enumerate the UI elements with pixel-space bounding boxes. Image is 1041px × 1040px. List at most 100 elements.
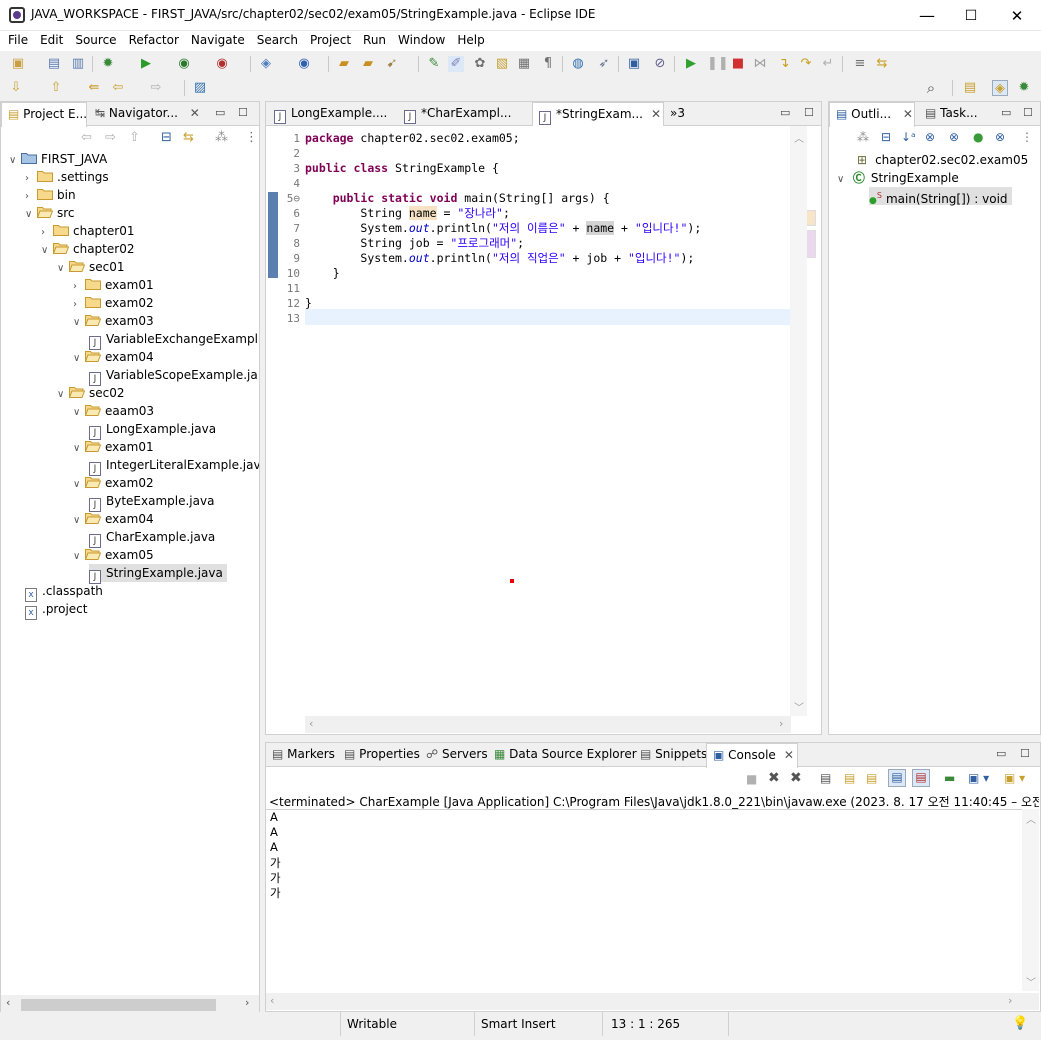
menu-file[interactable]: File bbox=[0, 31, 32, 51]
view-menu-icon[interactable]: ⋮ bbox=[245, 130, 258, 145]
tree-item[interactable]: x .project bbox=[25, 600, 87, 620]
tab-string-example[interactable]: J *StringExam... ✕ bbox=[532, 102, 664, 127]
code-area[interactable]: package chapter02.sec02.exam05; public c… bbox=[305, 126, 791, 716]
sort-icon[interactable]: ↓ᵃ bbox=[901, 130, 916, 144]
tree-item[interactable]: J StringExample.java bbox=[89, 564, 227, 584]
outline-package[interactable]: ⊞ chapter02.sec02.exam05 bbox=[857, 151, 1028, 169]
search-tool-icon[interactable]: ➹ bbox=[384, 56, 400, 72]
pin-editor-icon[interactable]: ▨ bbox=[192, 80, 208, 96]
search-icon[interactable]: ⌕ bbox=[923, 80, 939, 96]
skip-breakpoints-icon[interactable]: ⊘ bbox=[652, 56, 668, 72]
console-output[interactable]: A A A 가 가 가 bbox=[266, 809, 1022, 991]
hide-nonpublic-icon[interactable]: ● bbox=[973, 130, 983, 144]
chevron-down-icon[interactable]: ∨ bbox=[73, 548, 85, 566]
save-all-icon[interactable]: ▥ bbox=[70, 56, 86, 72]
tree-item[interactable]: ∨ exam04 bbox=[73, 348, 154, 366]
menu-edit[interactable]: Edit bbox=[32, 31, 67, 51]
collapse-all-icon[interactable]: ⊟ bbox=[881, 130, 891, 144]
chevron-down-icon[interactable]: ∨ bbox=[73, 476, 85, 494]
tree-item[interactable]: ∨ eaam03 bbox=[73, 402, 154, 420]
chevron-down-icon[interactable]: ∨ bbox=[57, 260, 69, 278]
menu-source[interactable]: Source bbox=[67, 31, 120, 51]
maximize-view-icon[interactable]: ☐ bbox=[1020, 747, 1030, 760]
close-icon[interactable]: ✕ bbox=[784, 748, 794, 762]
tab-snippets[interactable]: ▤ Snippets bbox=[634, 743, 707, 767]
open-type-icon[interactable]: ▰ bbox=[336, 56, 352, 72]
filter-icon[interactable]: ⁂ bbox=[857, 130, 869, 144]
minimize-view-icon[interactable]: ▭ bbox=[1001, 106, 1011, 119]
menu-help[interactable]: Help bbox=[449, 31, 488, 51]
scroll-lock-icon[interactable]: ▤ bbox=[844, 771, 855, 785]
pilcrow-icon[interactable]: ¶ bbox=[540, 56, 556, 72]
menu-project[interactable]: Project bbox=[302, 31, 355, 51]
chevron-down-icon[interactable]: ∨ bbox=[25, 206, 37, 224]
debug-perspective-icon[interactable]: ✹ bbox=[1016, 80, 1032, 96]
tab-navigator[interactable]: ↹ Navigator... ✕ bbox=[89, 102, 201, 126]
tree-item[interactable]: J IntegerLiteralExample.java bbox=[89, 456, 259, 476]
tab-markers[interactable]: ▤ Markers bbox=[266, 743, 336, 767]
block-selection-icon[interactable]: ✿ bbox=[472, 56, 488, 72]
open-perspective-icon[interactable]: ▤ bbox=[962, 80, 978, 96]
tree-item[interactable]: › exam01 bbox=[73, 276, 154, 294]
overview-marker[interactable] bbox=[806, 210, 816, 226]
close-button[interactable]: ✕ bbox=[994, 0, 1040, 31]
chevron-down-icon[interactable]: ∨ bbox=[837, 171, 849, 189]
console-horizontal-scrollbar[interactable]: ‹ › bbox=[266, 993, 1039, 1010]
tab-outline[interactable]: ▤ Outli... ✕ bbox=[829, 102, 915, 127]
chevron-down-icon[interactable]: ∨ bbox=[73, 350, 85, 368]
tree-item[interactable]: ∨ sec02 bbox=[57, 384, 125, 402]
menu-window[interactable]: Window bbox=[390, 31, 449, 51]
hide-fields-icon[interactable]: ⊗ bbox=[925, 130, 935, 144]
globe-icon[interactable]: ◍ bbox=[570, 56, 586, 72]
tab-data-source-explorer[interactable]: ▦ Data Source Explorer bbox=[488, 743, 637, 767]
hide-static-icon[interactable]: ⊗ bbox=[949, 130, 959, 144]
menu-navigate[interactable]: Navigate bbox=[183, 31, 249, 51]
tree-item[interactable]: ∨ exam02 bbox=[73, 474, 154, 492]
save-icon[interactable]: ▤ bbox=[46, 56, 62, 72]
last-edit-icon[interactable]: ⇚ bbox=[86, 80, 102, 96]
show-stderr-icon[interactable]: ▤ bbox=[912, 769, 930, 787]
annotation-icon[interactable]: ✎ bbox=[426, 56, 442, 72]
editor-horizontal-scrollbar[interactable]: ‹ › bbox=[305, 716, 791, 733]
debug-icon[interactable]: ✹ bbox=[100, 56, 116, 72]
collapse-all-icon[interactable]: ⊟ bbox=[161, 130, 172, 145]
status-insert-mode[interactable]: Smart Insert bbox=[474, 1012, 600, 1036]
tree-item[interactable]: ∨ src bbox=[25, 204, 75, 222]
menu-refactor[interactable]: Refactor bbox=[121, 31, 183, 51]
maximize-view-icon[interactable]: ☐ bbox=[804, 106, 814, 119]
nav-forward-icon[interactable]: ⇨ bbox=[105, 130, 116, 145]
tree-item[interactable]: ∨ exam01 bbox=[73, 438, 154, 456]
resume-icon[interactable]: ▶ bbox=[683, 56, 699, 72]
terminate-icon[interactable]: ■ bbox=[730, 56, 746, 72]
nav-up-icon[interactable]: ⇧ bbox=[129, 130, 140, 145]
console-vertical-scrollbar[interactable]: ︿ ﹀ bbox=[1022, 809, 1039, 991]
previous-annotation-icon[interactable]: ⇧ bbox=[48, 80, 64, 96]
overview-marker[interactable] bbox=[806, 230, 816, 258]
show-whitespace-icon[interactable]: ▦ bbox=[516, 56, 532, 72]
remove-all-launches-icon[interactable]: ✖ bbox=[790, 770, 802, 786]
tab-long-example[interactable]: J LongExample.... bbox=[268, 102, 387, 126]
tree-item[interactable]: J VariableScopeExample.ja bbox=[89, 366, 258, 386]
new-java-project-icon[interactable]: ◈ bbox=[258, 56, 274, 72]
use-step-filters-icon[interactable]: ⇆ bbox=[874, 56, 890, 72]
tree-item[interactable]: › exam02 bbox=[73, 294, 154, 312]
maximize-view-icon[interactable]: ☐ bbox=[1023, 106, 1033, 119]
tab-servers[interactable]: ☍ Servers bbox=[420, 743, 488, 767]
tree-item[interactable]: ∨ exam03 bbox=[73, 312, 154, 330]
word-wrap-icon[interactable]: ▤ bbox=[866, 771, 877, 785]
tab-project-explorer[interactable]: ▤ Project E... bbox=[1, 102, 87, 127]
minimize-view-icon[interactable]: ▭ bbox=[780, 106, 790, 119]
chevron-down-icon[interactable]: ∨ bbox=[73, 512, 85, 530]
tree-item[interactable]: J ByteExample.java bbox=[89, 492, 214, 512]
pin-console-icon[interactable]: ▬ bbox=[944, 771, 955, 785]
editor-vertical-scrollbar[interactable]: ︿ ﹀ bbox=[790, 126, 807, 716]
external-tools-icon[interactable]: ◉ bbox=[214, 56, 230, 72]
terminal-icon[interactable]: ▣ bbox=[626, 56, 642, 72]
chevron-down-icon[interactable]: ∨ bbox=[57, 386, 69, 404]
display-console-icon[interactable]: ▣ ▾ bbox=[968, 771, 989, 785]
run-icon[interactable]: ▶ bbox=[138, 56, 154, 72]
tree-item[interactable]: ∨ sec01 bbox=[57, 258, 125, 276]
view-menu-icon[interactable]: ⋮ bbox=[1021, 130, 1033, 144]
step-over-icon[interactable]: ↷ bbox=[798, 56, 814, 72]
chevron-down-icon[interactable]: ∨ bbox=[73, 314, 85, 332]
